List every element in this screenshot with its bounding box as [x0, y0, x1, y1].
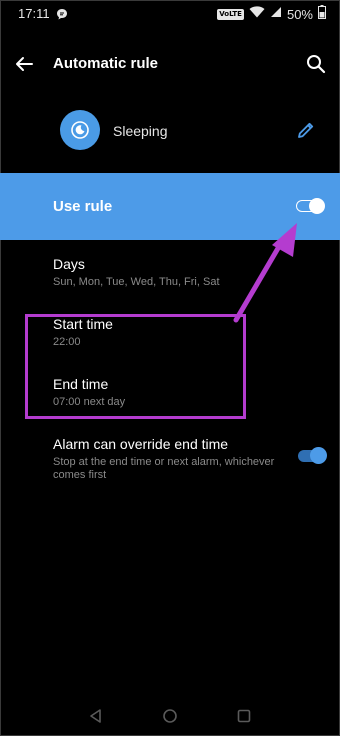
- signal-icon: [270, 5, 282, 23]
- annotation-highlight-box: [25, 314, 246, 419]
- setting-alarm-override[interactable]: Alarm can override end time Stop at the …: [0, 436, 340, 486]
- rule-avatar: [60, 110, 100, 150]
- days-title: Days: [53, 256, 85, 272]
- status-time: 17:11: [18, 6, 50, 21]
- page-title: Automatic rule: [53, 55, 159, 72]
- days-value: Sun, Mon, Tue, Wed, Thu, Fri, Sat: [53, 276, 220, 288]
- battery-percent: 50%: [286, 6, 313, 22]
- toggle-thumb: [309, 198, 325, 214]
- rule-name: Sleeping: [113, 123, 168, 139]
- use-rule-toggle[interactable]: [296, 196, 326, 216]
- moon-icon: [71, 121, 89, 139]
- wifi-icon: [249, 5, 265, 23]
- nav-back-icon[interactable]: [88, 708, 104, 724]
- chat-notification-icon: [56, 7, 68, 20]
- search-icon[interactable]: [304, 52, 328, 76]
- toggle-thumb: [310, 447, 327, 464]
- pencil-icon[interactable]: [296, 120, 316, 140]
- alarm-override-title: Alarm can override end time: [53, 436, 229, 452]
- alarm-override-description: Stop at the end time or next alarm, whic…: [53, 456, 275, 481]
- status-bar: 17:11 VoLTE 50%: [0, 0, 340, 28]
- battery-icon: [318, 4, 326, 24]
- use-rule-row[interactable]: Use rule: [0, 173, 340, 240]
- rule-header: Sleeping: [0, 108, 340, 156]
- alarm-override-toggle[interactable]: [298, 446, 328, 466]
- nav-recent-icon[interactable]: [236, 708, 252, 724]
- back-arrow-icon[interactable]: [12, 52, 36, 76]
- nav-home-icon[interactable]: [162, 708, 178, 724]
- navigation-bar: [0, 694, 340, 736]
- volte-badge: VoLTE: [217, 8, 244, 20]
- status-indicators: VoLTE 50%: [217, 4, 326, 24]
- setting-days[interactable]: Days Sun, Mon, Tue, Wed, Thu, Fri, Sat: [0, 256, 340, 296]
- app-bar: Automatic rule: [0, 40, 340, 88]
- use-rule-label: Use rule: [53, 198, 113, 215]
